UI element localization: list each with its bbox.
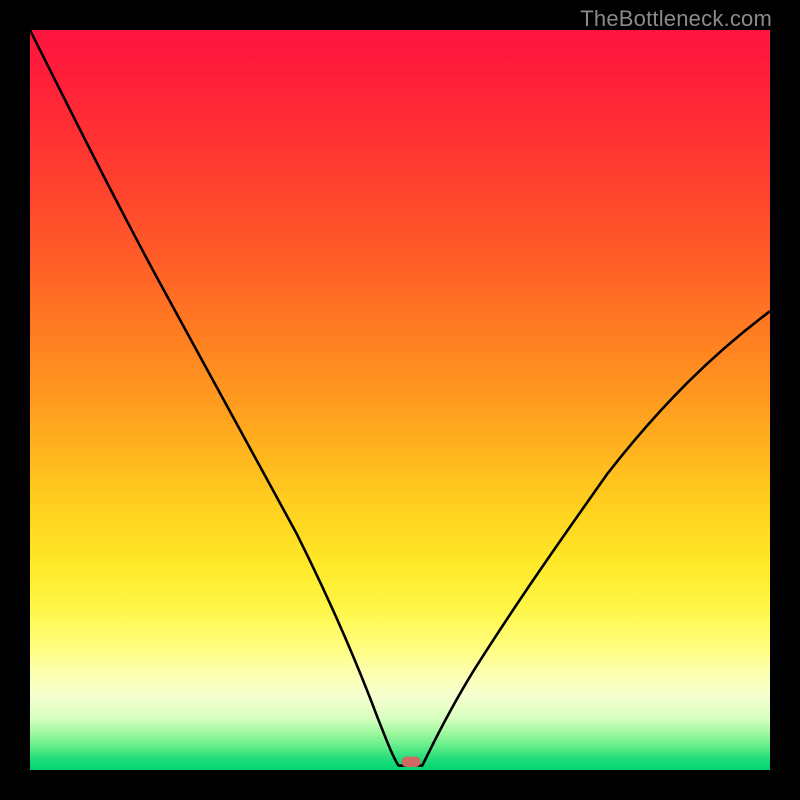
curve-line — [30, 30, 770, 766]
attribution-text: TheBottleneck.com — [580, 6, 772, 32]
chart-svg — [30, 30, 770, 770]
plot-area — [30, 30, 770, 770]
chart-frame: TheBottleneck.com — [0, 0, 800, 800]
minimum-marker — [401, 757, 420, 767]
